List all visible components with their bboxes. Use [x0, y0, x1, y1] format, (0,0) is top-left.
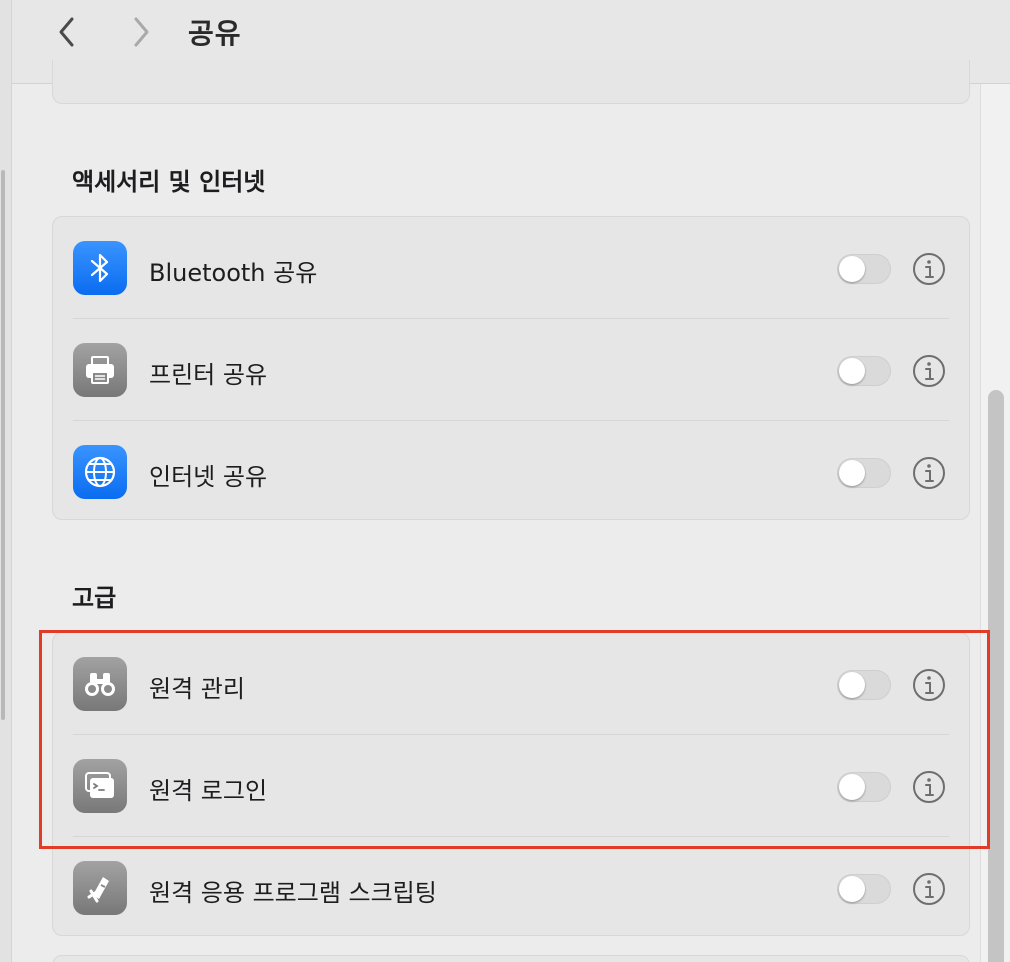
- internet-sharing-info-button[interactable]: [911, 455, 947, 491]
- globe-icon: [84, 456, 116, 488]
- printer-sharing-label: 프린터 공유: [149, 361, 268, 389]
- advanced-card: 원격 관리 원격 로그인 원격 응용 프로그램 스크립팅: [52, 632, 970, 936]
- bluetooth-app-icon: [73, 241, 127, 295]
- script-icon: [87, 877, 109, 903]
- list-item-remote-login: 원격 로그인: [53, 735, 969, 837]
- remote-management-info-button[interactable]: [911, 667, 947, 703]
- left-scroll-thumb[interactable]: [1, 170, 5, 720]
- list-item-printer-sharing: 프린터 공유: [53, 319, 969, 421]
- remote-login-toggle[interactable]: [837, 772, 891, 802]
- internet-app-icon: [73, 445, 127, 499]
- remote-login-app-icon: [73, 759, 127, 813]
- section-title-accessories: 액세서리 및 인터넷: [72, 168, 266, 196]
- forward-button[interactable]: [122, 14, 158, 50]
- list-item-internet-sharing: 인터넷 공유: [53, 421, 969, 523]
- accessories-internet-card: Bluetooth 공유 프린터 공유 인터넷 공유: [52, 216, 970, 520]
- bluetooth-sharing-toggle[interactable]: [837, 254, 891, 284]
- toggle-knob: [839, 460, 865, 486]
- printer-sharing-toggle[interactable]: [837, 356, 891, 386]
- next-section-card: [52, 955, 970, 962]
- info-icon: [913, 253, 945, 285]
- internet-sharing-label: 인터넷 공유: [149, 463, 268, 491]
- previous-section-card: [52, 60, 970, 104]
- remote-scripting-label: 원격 응용 프로그램 스크립팅: [149, 879, 437, 907]
- printer-app-icon: [73, 343, 127, 397]
- info-icon: [913, 771, 945, 803]
- info-icon: [913, 457, 945, 489]
- printer-sharing-info-button[interactable]: [911, 353, 947, 389]
- bluetooth-sharing-label: Bluetooth 공유: [149, 259, 318, 287]
- remote-management-label: 원격 관리: [149, 675, 245, 703]
- remote-login-label: 원격 로그인: [149, 777, 268, 805]
- remote-management-app-icon: [73, 657, 127, 711]
- page-title: 공유: [188, 17, 242, 50]
- bluetooth-icon: [90, 253, 109, 283]
- list-item-remote-management: 원격 관리: [53, 633, 969, 735]
- section-title-advanced: 고급: [72, 584, 117, 612]
- toggle-knob: [839, 876, 865, 902]
- scroll-thumb[interactable]: [988, 390, 1004, 962]
- list-item-bluetooth-sharing: Bluetooth 공유: [53, 217, 969, 319]
- toggle-knob: [839, 358, 865, 384]
- info-icon: [913, 669, 945, 701]
- list-item-remote-apple-events: 원격 응용 프로그램 스크립팅: [53, 837, 969, 939]
- printer-icon: [86, 356, 114, 384]
- remote-scripting-app-icon: [73, 861, 127, 915]
- terminal-icon: [85, 772, 114, 798]
- internet-sharing-toggle[interactable]: [837, 458, 891, 488]
- info-icon: [913, 873, 945, 905]
- toggle-knob: [839, 774, 865, 800]
- remote-scripting-toggle[interactable]: [837, 874, 891, 904]
- remote-login-info-button[interactable]: [911, 769, 947, 805]
- left-window-edge: [0, 0, 12, 962]
- vertical-scrollbar[interactable]: [980, 84, 1010, 962]
- remote-management-toggle[interactable]: [837, 670, 891, 700]
- binoculars-icon: [85, 673, 115, 696]
- chevron-right-icon: [134, 17, 149, 47]
- back-button[interactable]: [50, 14, 86, 50]
- chevron-left-icon: [59, 17, 74, 47]
- toggle-knob: [839, 672, 865, 698]
- info-icon: [913, 355, 945, 387]
- toggle-knob: [839, 256, 865, 282]
- bluetooth-sharing-info-button[interactable]: [911, 251, 947, 287]
- remote-scripting-info-button[interactable]: [911, 871, 947, 907]
